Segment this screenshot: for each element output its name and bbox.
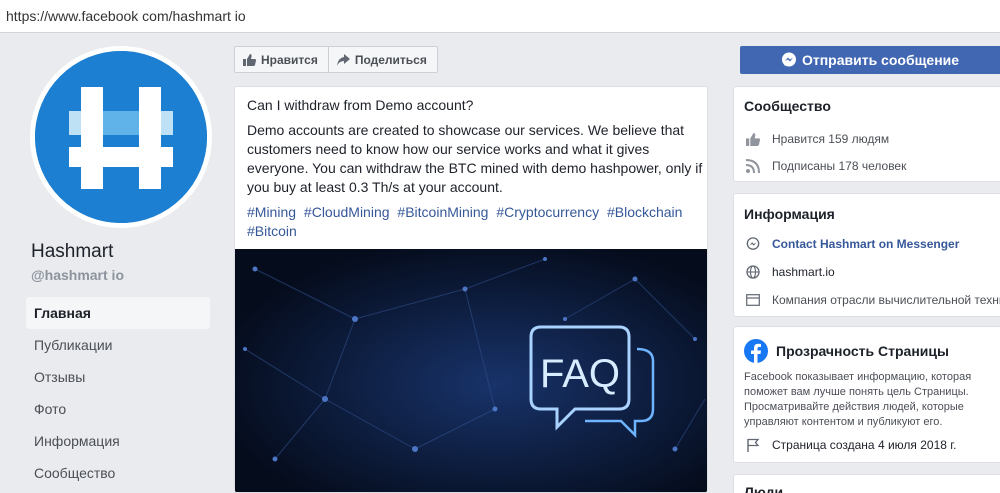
flag-icon [747,438,760,452]
website-row[interactable]: hashmart.io [744,264,835,280]
people-title: Люди [744,484,784,493]
thumbs-up-icon [746,132,760,146]
people-card: Люди [733,474,1000,493]
hashtag-link[interactable]: #BitcoinMining [397,204,488,220]
hashtag-link[interactable]: #Blockchain [607,204,683,220]
like-button[interactable]: Нравится [235,47,328,72]
messenger-icon [746,237,760,250]
page-created-text: Страница создана 4 июля 2018 г. [772,438,957,452]
nav-item-photos[interactable]: Фото [26,393,210,425]
page-nav: Главная Публикации Отзывы Фото Информаци… [26,297,210,489]
category-text[interactable]: Компания отрасли вычислительной техники [772,293,1000,307]
share-label: Поделиться [354,52,427,67]
nav-item-home[interactable]: Главная [26,297,210,329]
address-bar[interactable]: https://www.facebook com/hashmart io [0,0,1000,33]
page-handle[interactable]: @hashmart io [31,267,124,283]
transparency-card: Прозрачность Страницы Facebook показывае… [733,326,1000,463]
info-card: Информация Contact Hashmart on Messenger… [733,193,1000,317]
globe-icon [746,265,760,279]
profile-picture[interactable] [30,46,212,228]
info-title: Информация [744,206,835,222]
nav-item-info[interactable]: Информация [26,425,210,457]
like-label: Нравится [261,52,318,67]
transparency-title: Прозрачность Страницы [776,343,949,359]
hashtag-link[interactable]: #Cryptocurrency [496,204,599,220]
likes-row: Нравится 159 людям [744,131,889,147]
nav-item-community[interactable]: Сообщество [26,457,210,489]
post-body: Demo accounts are created to showcase ou… [247,122,703,195]
community-card: Сообщество Нравится 159 людям Подписаны … [733,86,1000,182]
post-question: Can I withdraw from Demo account? [247,97,474,113]
hashtag-link[interactable]: #Mining [247,204,296,220]
page-name: Hashmart [31,241,114,262]
faq-text: FAQ [540,352,620,396]
messenger-contact-link[interactable]: Contact Hashmart on Messenger [772,237,959,251]
messenger-icon [781,52,796,67]
hashtag-link[interactable]: #CloudMining [304,204,390,220]
share-button[interactable]: Поделиться [327,47,437,72]
community-title: Сообщество [744,98,831,114]
page-created-row: Страница создана 4 июля 2018 г. [744,437,957,453]
messenger-contact-row[interactable]: Contact Hashmart on Messenger [744,236,959,252]
followers-count: Подписаны 178 человек [772,159,907,173]
url-text[interactable]: https://www.facebook com/hashmart io [6,8,246,24]
thumbs-up-icon [243,53,256,66]
send-message-button[interactable]: Отправить сообщение [740,46,1000,74]
rss-feed-icon [746,159,760,173]
post-card: Can I withdraw from Demo account? Demo a… [234,86,708,493]
post-image[interactable]: FAQ [235,249,707,492]
category-row: Компания отрасли вычислительной техники [744,292,1000,308]
likes-count: Нравится 159 людям [772,132,890,146]
transparency-description: Facebook показывает информацию, которая … [744,371,972,428]
nav-item-reviews[interactable]: Отзывы [26,361,210,393]
send-message-label: Отправить сообщение [801,52,960,68]
transparency-header: Прозрачность Страницы [744,339,949,363]
hashmart-logo [35,51,207,223]
website-link[interactable]: hashmart.io [772,265,835,279]
post-hashtags: #Mining #CloudMining #BitcoinMining #Cry… [247,203,703,241]
followers-row: Подписаны 178 человек [744,158,906,174]
hashtag-link[interactable]: #Bitcoin [247,223,297,239]
category-tag-icon [746,294,760,306]
nav-item-posts[interactable]: Публикации [26,329,210,361]
share-arrow-icon [336,53,350,66]
page-actions: Нравится Поделиться [234,46,438,73]
left-column: Hashmart @hashmart io Главная Публикации… [0,34,222,493]
facebook-logo-icon [744,339,768,363]
